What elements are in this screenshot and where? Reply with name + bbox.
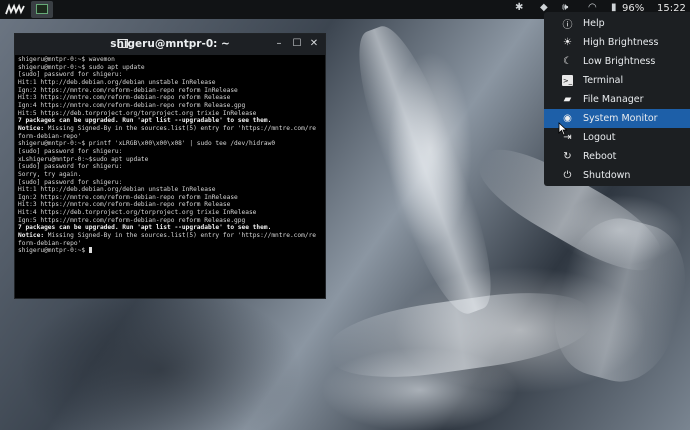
terminal-icon (36, 4, 48, 14)
taskbar-terminal-button[interactable] (31, 1, 53, 18)
terminal-line: Notice: Missing Signed-By in the sources… (18, 124, 317, 132)
mouse-cursor-icon (558, 122, 568, 136)
menu-item-label: Terminal (583, 75, 624, 86)
menu-item-label: File Manager (583, 94, 644, 105)
terminal-line: xLshigeru@mntpr-0:~$sudo apt update (18, 155, 149, 163)
terminal-line: [sudo] password for shigeru: (18, 163, 123, 171)
menu-item-high-brightness[interactable]: ☀ High Brightness (544, 33, 690, 52)
sun-icon: ☀ (563, 37, 572, 48)
menu-item-label: Shutdown (583, 170, 631, 181)
menu-item-low-brightness[interactable]: ☾ Low Brightness (544, 52, 690, 71)
terminal-line: form-debian-repo' (18, 239, 82, 247)
terminal-line: shigeru@mntpr-0:~$ (18, 247, 322, 255)
minimize-button[interactable]: – (273, 38, 285, 49)
menu-item-label: Logout (583, 132, 616, 143)
terminal-line: Hit:1 http://deb.debian.org/debian unsta… (18, 78, 216, 86)
folder-icon: ▰ (563, 94, 572, 105)
terminal-line: form-debian-repo' (18, 132, 82, 140)
close-button[interactable]: ✕ (308, 38, 320, 49)
terminal-line: Ign:4 https://mntre.com/reform-debian-re… (18, 101, 246, 109)
terminal-line: shigeru@mntpr-0:~$ wavemon (18, 56, 115, 63)
terminal-window[interactable]: shigeru@mntpr-0: ~ – ☐ ✕ shigeru@mntpr-0… (14, 33, 326, 299)
text-cursor (88, 247, 92, 254)
maximize-button[interactable]: ☐ (291, 38, 303, 49)
moon-icon: ☾ (563, 56, 572, 67)
menu-item-label: Help (583, 18, 605, 29)
terminal-line: shigeru@mntpr-0:~$ sudo apt update (18, 63, 145, 71)
terminal-line: Hit:1 http://deb.debian.org/debian unsta… (18, 186, 216, 194)
terminal-line: [sudo] password for shigeru: (18, 147, 123, 155)
terminal-line: Hit:4 https://deb.torproject.org/torproj… (18, 209, 257, 217)
terminal-output[interactable]: shigeru@mntpr-0:~$ wavemon shigeru@mntpr-… (15, 55, 325, 256)
terminal-line: 7 packages can be upgraded. Run 'apt lis… (18, 224, 272, 232)
terminal-line: [sudo] password for shigeru: (18, 71, 123, 79)
menu-item-help[interactable]: ⓘ Help (544, 14, 690, 33)
terminal-icon: >_ (562, 75, 573, 86)
menu-item-terminal[interactable]: >_ Terminal (544, 71, 690, 90)
terminal-line: Notice: Missing Signed-By in the sources… (18, 232, 317, 240)
window-titlebar[interactable]: shigeru@mntpr-0: ~ – ☐ ✕ (15, 34, 325, 55)
terminal-line: Hit:3 https://mntre.com/reform-debian-re… (18, 201, 231, 209)
terminal-line: Ign:2 https://mntre.com/reform-debian-re… (18, 86, 238, 94)
terminal-line: shigeru@mntpr-0:~$ printf 'xLRGB\x00\x00… (18, 140, 276, 148)
info-icon: ⓘ (562, 20, 573, 31)
menu-item-label: Reboot (583, 151, 617, 162)
terminal-line: Sorry, try again. (18, 170, 82, 178)
power-icon: ⏻ (563, 170, 572, 181)
mnt-logo-icon[interactable] (5, 3, 25, 16)
bluetooth-icon[interactable]: ✱ (515, 2, 523, 13)
menu-item-label: System Monitor (583, 113, 658, 124)
system-menu: ⓘ Help ☀ High Brightness ☾ Low Brightness >_ Te… (544, 12, 690, 186)
terminal-line: Hit:3 https://mntre.com/reform-debian-re… (18, 94, 231, 102)
terminal-line: Ign:2 https://mntre.com/reform-debian-re… (18, 193, 238, 201)
terminal-line: [sudo] password for shigeru: (18, 178, 123, 186)
reboot-icon: ↻ (563, 151, 572, 162)
menu-item-label: Low Brightness (583, 56, 656, 67)
menu-item-file-manager[interactable]: ▰ File Manager (544, 90, 690, 109)
menu-item-reboot[interactable]: ↻ Reboot (544, 147, 690, 166)
menu-item-label: High Brightness (583, 37, 659, 48)
terminal-line: 7 packages can be upgraded. Run 'apt lis… (18, 117, 272, 125)
menu-item-shutdown[interactable]: ⏻ Shutdown (544, 166, 690, 185)
